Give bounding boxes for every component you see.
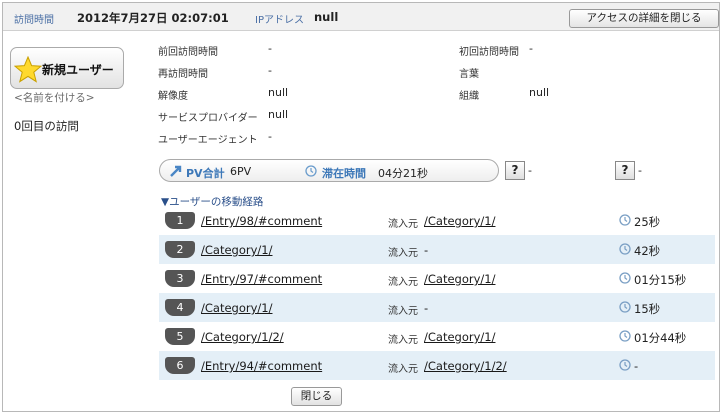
prev-visit-value: - (268, 42, 272, 55)
name-user-link[interactable]: <名前を付ける> (14, 90, 95, 105)
visit-time-label: 訪問時間 (14, 15, 54, 26)
star-icon (14, 56, 42, 83)
language-label: 言葉 (459, 69, 479, 80)
path-row: 2 /Category/1/ 流入元 - 42秒 (159, 235, 715, 264)
close-access-details-button[interactable]: アクセスの詳細を閉じる (569, 9, 719, 28)
organization-value: null (529, 86, 550, 99)
page-url-link[interactable]: /Category/1/ (201, 301, 272, 315)
provider-value: null (268, 108, 289, 121)
path-row: 4 /Category/1/ 流入元 - 15秒 (159, 293, 715, 322)
duration: - (634, 359, 639, 373)
step-number: 3 (165, 270, 195, 287)
visit-time-value: 2012年7月27日 02:07:01 (77, 11, 229, 25)
referrer-label: 流入元 (388, 219, 418, 230)
referrer-label: 流入元 (388, 306, 418, 317)
step-number: 1 (165, 212, 195, 229)
user-agent-value: - (268, 130, 272, 143)
access-detail-panel: 訪問時間 2012年7月27日 02:07:01 IPアドレス null アクセ… (2, 2, 720, 412)
clock-icon (619, 214, 631, 226)
resolution-value: null (268, 86, 289, 99)
stats-bar: PV合計 6PV 滞在時間 04分21秒 (159, 159, 499, 182)
step-number: 2 (165, 241, 195, 258)
close-button[interactable]: 閉じる (291, 387, 342, 406)
stay-time-value: 04分21秒 (378, 167, 428, 180)
step-number: 6 (165, 357, 195, 374)
referrer-label: 流入元 (388, 248, 418, 259)
prev-visit-label: 前回訪問時間 (158, 47, 218, 58)
help-value: - (638, 164, 642, 177)
stay-time-label: 滞在時間 (322, 167, 366, 180)
help-value: - (528, 164, 532, 177)
referrer-label: 流入元 (388, 364, 418, 375)
page-url-link[interactable]: /Category/1/ (201, 243, 272, 257)
clock-icon (619, 272, 631, 284)
help-button[interactable]: ? (505, 161, 525, 180)
clock-icon (619, 330, 631, 342)
clock-icon (619, 243, 631, 255)
path-row: 3 /Entry/97/#comment 流入元 /Category/1/ 01… (159, 264, 715, 293)
revisit-value: - (268, 64, 272, 77)
first-visit-value: - (529, 42, 533, 55)
clock-icon (619, 301, 631, 313)
first-visit-label: 初回訪問時間 (459, 47, 519, 58)
referrer-value: - (424, 301, 429, 315)
referrer-label: 流入元 (388, 277, 418, 288)
clock-icon (619, 359, 631, 371)
provider-label: サービスプロバイダー (158, 113, 258, 124)
referrer-link[interactable]: /Category/1/ (424, 214, 495, 228)
pv-total-label: PV合計 (186, 167, 225, 180)
duration: 01分44秒 (634, 331, 687, 345)
organization-label: 組織 (459, 91, 479, 102)
user-agent-label: ユーザーエージェント (158, 135, 258, 146)
ip-label: IPアドレス (255, 15, 304, 26)
page-url-link[interactable]: /Category/1/2/ (201, 330, 284, 344)
revisit-label: 再訪問時間 (158, 69, 208, 80)
page-url-link[interactable]: /Entry/98/#comment (201, 214, 322, 228)
referrer-value: - (424, 243, 429, 257)
arrow-up-right-icon (170, 165, 182, 177)
new-user-badge: 新規ユーザー (10, 47, 124, 89)
header-bar: 訪問時間 2012年7月27日 02:07:01 IPアドレス null アクセ… (3, 3, 719, 31)
clock-icon (305, 165, 317, 177)
ip-value: null (314, 10, 339, 24)
step-number: 4 (165, 299, 195, 316)
resolution-label: 解像度 (158, 91, 188, 102)
referrer-link[interactable]: /Category/1/ (424, 272, 495, 286)
step-number: 5 (165, 328, 195, 345)
duration: 25秒 (634, 215, 661, 229)
help-button[interactable]: ? (615, 161, 635, 180)
visit-count: 0回目の訪問 (14, 119, 79, 133)
pv-total-value: 6PV (230, 165, 252, 178)
referrer-label: 流入元 (388, 335, 418, 346)
page-url-link[interactable]: /Entry/97/#comment (201, 272, 322, 286)
path-row: 6 /Entry/94/#comment 流入元 /Category/1/2/ … (159, 351, 715, 380)
referrer-link[interactable]: /Category/1/ (424, 330, 495, 344)
duration: 42秒 (634, 244, 661, 258)
referrer-link[interactable]: /Category/1/2/ (424, 359, 507, 373)
new-user-label: 新規ユーザー (42, 63, 114, 77)
duration: 01分15秒 (634, 273, 687, 287)
path-row: 5 /Category/1/2/ 流入元 /Category/1/ 01分44秒 (159, 322, 715, 351)
page-url-link[interactable]: /Entry/94/#comment (201, 359, 322, 373)
path-row: 1 /Entry/98/#comment 流入元 /Category/1/ 25… (159, 206, 715, 235)
duration: 15秒 (634, 302, 661, 316)
